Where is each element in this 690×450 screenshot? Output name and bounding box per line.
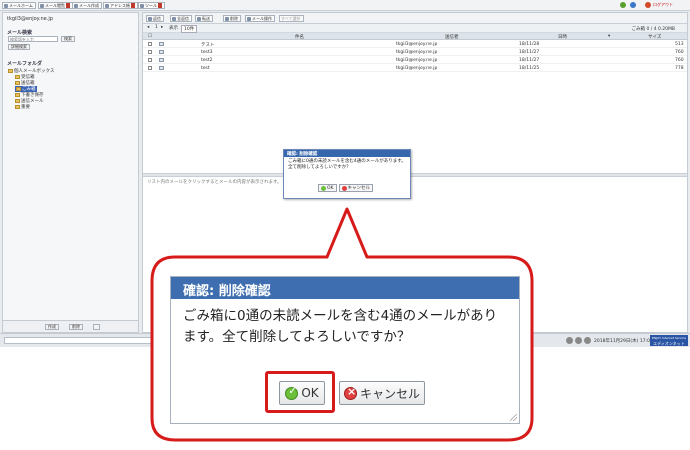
reply-button[interactable]: 返信 [146,15,164,22]
table-row[interactable]: test tkgil3@enjoy.ne.jp 18/11/25 778 [143,65,687,72]
detail-search-button[interactable]: 詳細検索 [8,44,30,50]
dropdown-icon[interactable] [131,3,135,8]
folder-icon [15,75,20,79]
select-all-button[interactable]: すべて選択 [279,15,304,22]
settings-icon[interactable] [93,324,100,330]
dropdown-icon[interactable] [66,3,70,8]
next-page-button[interactable]: ▸ [161,25,163,30]
help-icon [620,2,626,8]
resize-grip-icon[interactable] [510,414,517,421]
zoomed-cancel-button[interactable]: キャンセル [339,381,425,405]
clock: 2018年11月29日(木) 17:02 [594,339,653,344]
reply-all-icon [172,16,176,21]
sidebar: tkgil3@enjoy.ne.jp メール検索 検索 詳細検索 メールフォルダ… [2,12,139,333]
create-folder-button[interactable]: 作成 [45,324,59,330]
info-button[interactable] [630,2,636,8]
folder-icon [15,81,20,85]
zoomed-dialog-title: 確認: 削除確認 [171,277,519,299]
compose-icon [74,3,78,8]
sort-down-icon[interactable]: ▾ [608,34,610,39]
search-input[interactable] [8,36,58,42]
user-email: tkgil3@enjoy.ne.jp [7,16,53,22]
chevron-down-icon [247,16,251,21]
mail-home-button[interactable]: メールホーム [2,2,36,9]
col-subject[interactable]: 件名 [295,34,304,40]
next-icon[interactable] [584,337,591,344]
zoomed-dialog-message: ごみ箱に0通の未読メールを含む4通のメールがあり ます。全て削除してよろしいです… [183,308,498,345]
display-label: 表示 [169,26,178,31]
row-checkbox[interactable] [148,42,152,46]
envelope-icon [40,3,44,8]
preview-hint: リスト内のメールをクリックするとメールの内容が表示されます。 [147,180,282,185]
zoomed-confirm-dialog: 確認: 削除確認 ごみ箱に0通の未読メールを含む4通のメールがあり ます。全て削… [170,276,520,424]
logout-link[interactable]: ログアウト [645,2,673,8]
info-icon [630,2,636,8]
envelope-icon [159,58,164,62]
row-checkbox[interactable] [148,66,152,70]
col-from[interactable]: 送信者 [445,34,459,40]
reply-all-button[interactable]: 全返信 [170,15,192,22]
logout-icon [645,2,651,8]
delete-icon [225,16,229,21]
dropdown-icon[interactable] [158,3,162,8]
prev-page-button[interactable]: ◂ [147,25,149,30]
folder-icon [8,69,13,73]
help-button[interactable] [620,2,626,8]
pager-bar: ◂ 1 ▸ 表示 10件 ごみ箱 0 / 4 0.20MB [143,24,687,33]
check-icon [321,185,326,191]
search-section-title: メール検索 [7,30,33,36]
delete-folder-button[interactable]: 削除 [69,324,83,330]
confirm-dialog: 確認: 削除確認 ごみ箱に0通の未読メールを含む4通のメールがあります。全て削除… [283,149,411,199]
folder-section-title: メールフォルダ [7,61,43,67]
folder-icon [15,93,20,97]
address-book-button[interactable]: アドレス帳 [103,2,138,9]
ok-button[interactable]: OK [318,184,337,192]
folder-icon [15,105,20,109]
delete-button[interactable]: 削除 [223,15,241,22]
sidebar-footer: 作成 削除 [3,320,138,332]
zoomed-ok-button[interactable]: OK [279,381,325,405]
list-header: ☐ 件名 送信者 日時 ▾ サイズ [143,33,687,40]
table-row[interactable]: test3 tkgil3@enjoy.ne.jp 18/11/27 760 [143,49,687,56]
address-book-icon [105,3,109,8]
prev-icon[interactable] [566,337,573,344]
table-row[interactable]: テスト tkgil3@enjoy.ne.jp 18/11/28 513 [143,41,687,48]
search-button[interactable]: 検索 [61,36,75,42]
dialog-message: ごみ箱に0通の未読メールを含む4通のメールがあります。全て削除してよろしいですか… [288,159,406,170]
home-icon [4,3,8,8]
folder-important[interactable]: 重要 [15,104,30,110]
row-checkbox[interactable] [148,50,152,54]
cancel-icon [341,185,347,191]
display-count-select[interactable]: 10件 [181,25,198,33]
refresh-icon[interactable] [575,337,582,344]
mail-compose-button[interactable]: メール作成 [72,2,102,9]
table-row[interactable]: test2 tkgil3@enjoy.ne.jp 18/11/27 760 [143,57,687,64]
col-date[interactable]: 日時 [558,34,567,40]
cancel-button[interactable]: キャンセル [338,184,373,192]
row-checkbox[interactable] [148,58,152,62]
forward-button[interactable]: 転送 [195,15,213,22]
folder-icon [15,99,20,103]
select-all-checkbox[interactable]: ☐ [148,34,152,39]
col-size[interactable]: サイズ [648,34,661,40]
mail-toolbar: 返信 全返信 転送 削除 メール操作 すべて選択 [143,13,687,24]
folder-info: ごみ箱 0 / 4 0.20MB [631,27,675,32]
tools-icon [140,3,144,8]
mail-action-button[interactable]: メール操作 [245,15,275,22]
envelope-icon [159,66,164,70]
mail-read-button[interactable]: メール閲覧 [38,2,73,9]
brand-logo: ENJOY Internet Service エディオンネット [650,335,688,346]
page-number: 1 [155,25,158,30]
cancel-circle-icon [343,385,357,400]
envelope-icon [159,50,164,54]
dialog-title: 確認: 削除確認 [284,150,410,157]
forward-icon [197,16,201,21]
tools-button[interactable]: ツール [138,2,165,9]
reply-icon [148,16,152,21]
top-toolbar: メールホーム メール閲覧 メール作成 アドレス帳 ツール ログアウト [0,0,690,11]
trash-icon [16,87,21,91]
pane-splitter[interactable] [143,173,687,177]
envelope-icon [159,42,164,46]
check-circle-icon [285,386,299,400]
